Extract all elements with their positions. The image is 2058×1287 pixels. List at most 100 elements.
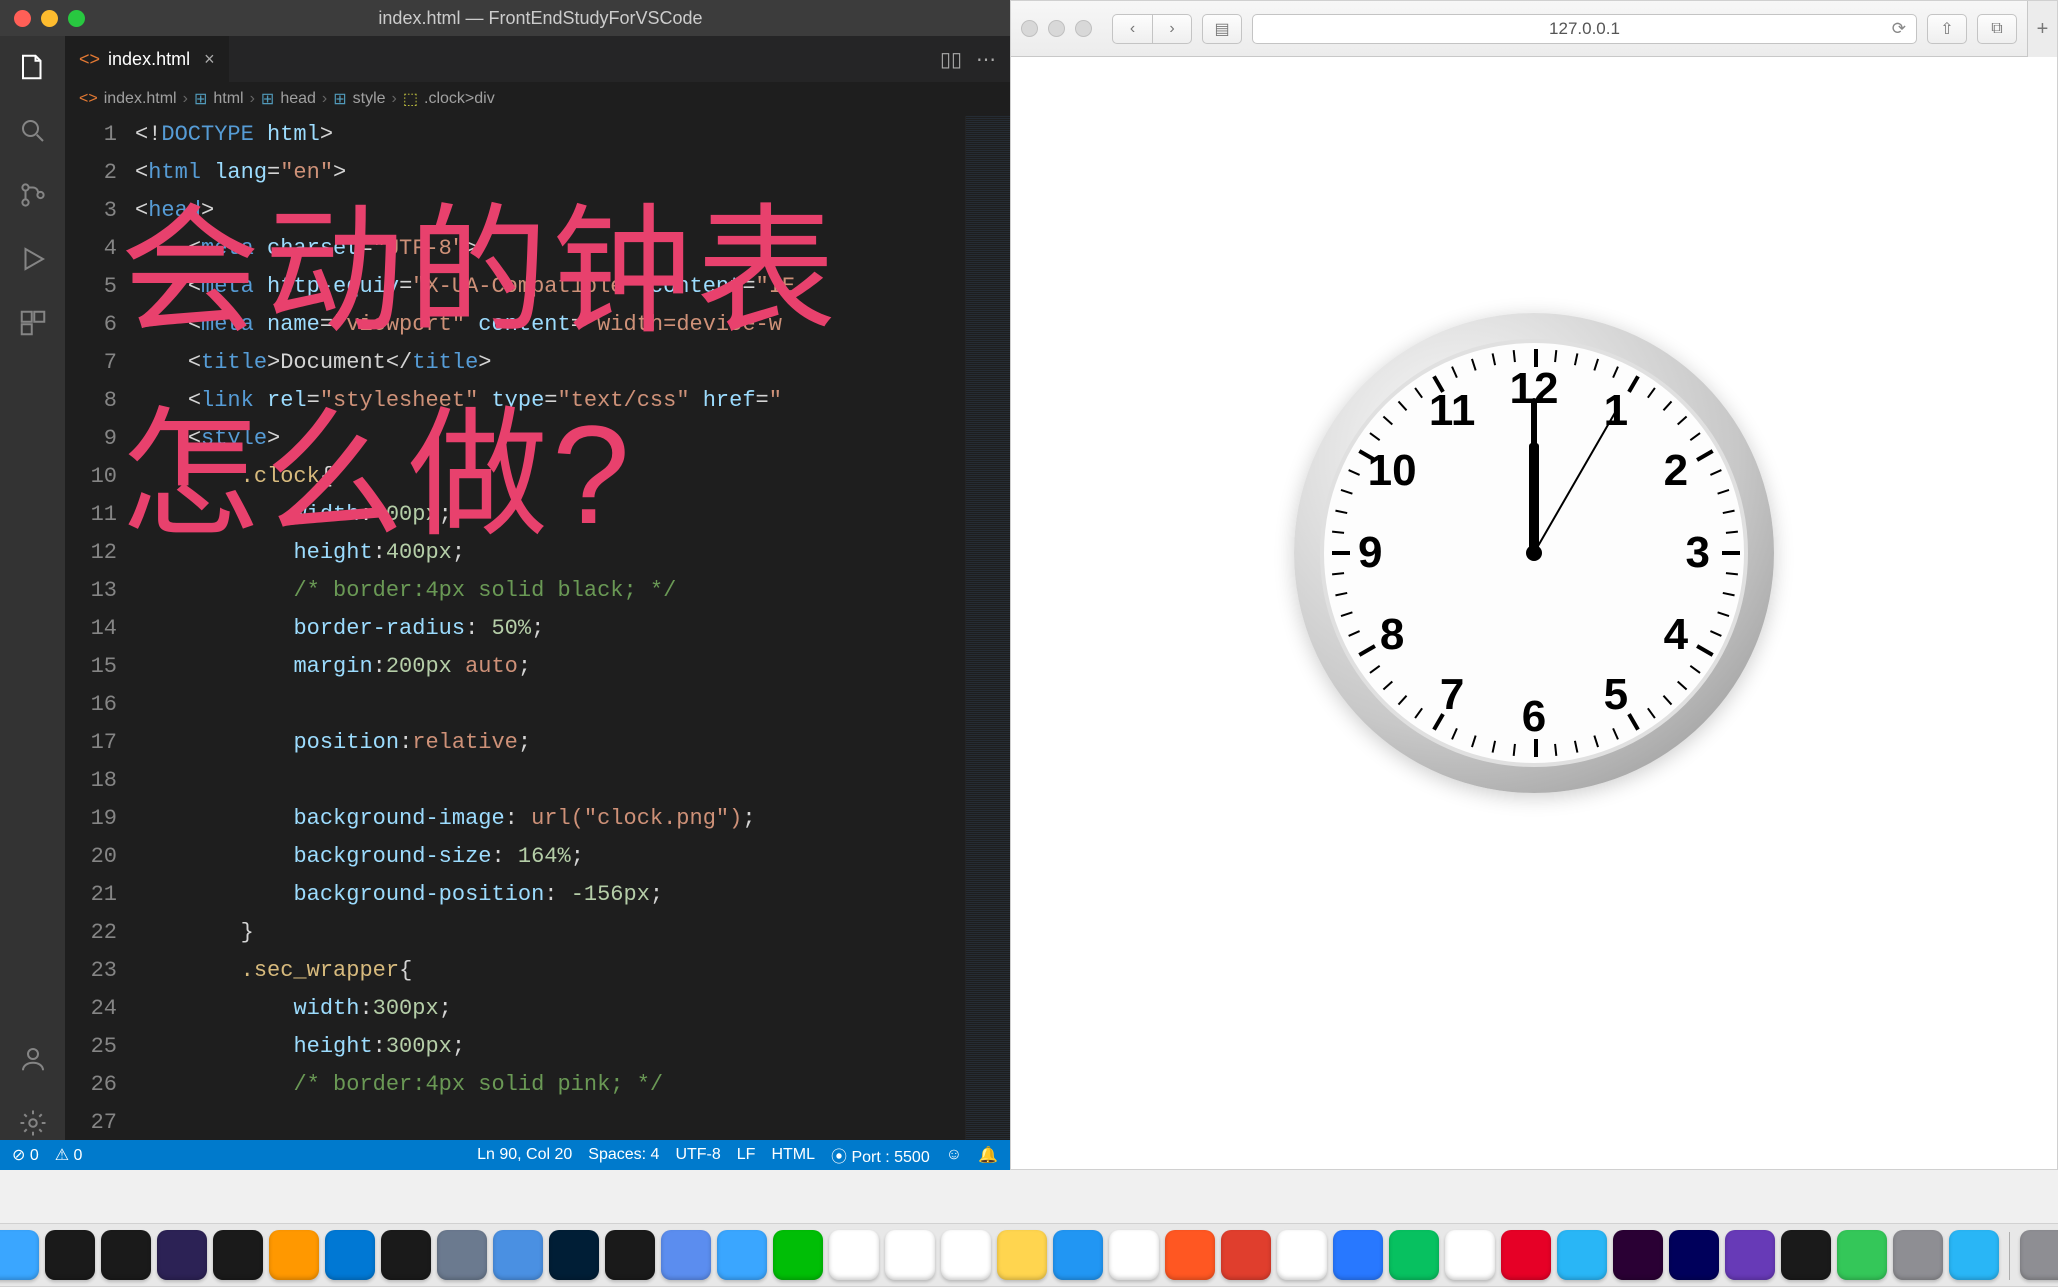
minimize-icon[interactable] xyxy=(1048,20,1065,37)
minimize-icon[interactable] xyxy=(41,10,58,27)
dock-app-sync[interactable] xyxy=(1557,1230,1607,1280)
new-tab-button[interactable]: + xyxy=(2027,1,2057,57)
dock-app-compass[interactable] xyxy=(661,1230,711,1280)
tick xyxy=(1690,432,1701,441)
clock-center xyxy=(1526,545,1542,561)
dock-app-calendar[interactable] xyxy=(941,1230,991,1280)
dock-app-cloud[interactable] xyxy=(1277,1230,1327,1280)
dock-app-stickies[interactable] xyxy=(885,1230,935,1280)
dock-app-pycharm2[interactable] xyxy=(605,1230,655,1280)
dock-app-leaf[interactable] xyxy=(1109,1230,1159,1280)
maximize-icon[interactable] xyxy=(68,10,85,27)
encoding[interactable]: UTF-8 xyxy=(675,1146,720,1164)
dock-app-edraw[interactable] xyxy=(1053,1230,1103,1280)
debug-icon[interactable] xyxy=(16,242,50,276)
dock-app-intellij[interactable] xyxy=(45,1230,95,1280)
warnings-count[interactable]: ⚠ 0 xyxy=(55,1145,83,1165)
code-content[interactable]: <!DOCTYPE html><html lang="en"><head> <m… xyxy=(135,116,965,1140)
dock-app-share[interactable] xyxy=(1781,1230,1831,1280)
dock-app-premiere[interactable] xyxy=(1613,1230,1663,1280)
forward-button[interactable]: › xyxy=(1152,14,1192,44)
dock-app-terminal[interactable] xyxy=(213,1230,263,1280)
tick xyxy=(1451,728,1458,740)
dock-app-baidu[interactable] xyxy=(1333,1230,1383,1280)
tick xyxy=(1593,359,1599,371)
dock-app-sublime[interactable] xyxy=(269,1230,319,1280)
dock-app-bird[interactable] xyxy=(1949,1230,1999,1280)
more-actions-icon[interactable]: ⋯ xyxy=(976,47,996,72)
tick xyxy=(1414,708,1423,719)
tick xyxy=(1414,387,1423,398)
dock-app-vscode[interactable] xyxy=(325,1230,375,1280)
dock-app-messages[interactable] xyxy=(1837,1230,1887,1280)
search-icon[interactable] xyxy=(16,114,50,148)
explorer-icon[interactable] xyxy=(16,50,50,84)
dock-app-purple[interactable] xyxy=(1725,1230,1775,1280)
maximize-icon[interactable] xyxy=(1075,20,1092,37)
dock-app-settings[interactable] xyxy=(1893,1230,1943,1280)
scm-icon[interactable] xyxy=(16,178,50,212)
dock-app-netease[interactable] xyxy=(1501,1230,1551,1280)
notifications-icon[interactable]: 🔔 xyxy=(978,1145,998,1165)
tick xyxy=(1627,713,1639,731)
address-bar[interactable]: 127.0.0.1 ⟳ xyxy=(1252,14,1917,44)
live-server-port[interactable]: ⦿ Port : 5500 xyxy=(831,1143,930,1167)
dock-app-safari[interactable] xyxy=(717,1230,767,1280)
tick xyxy=(1696,449,1714,461)
dock-app-pycharm[interactable] xyxy=(101,1230,151,1280)
indent-setting[interactable]: Spaces: 4 xyxy=(588,1146,659,1164)
clock-number-10: 10 xyxy=(1368,446,1417,496)
minute-hand xyxy=(1531,398,1537,553)
browser-viewport: 121234567891011 xyxy=(1011,57,2057,1169)
account-icon[interactable] xyxy=(16,1042,50,1076)
tick xyxy=(1451,366,1458,378)
safari-window: ‹ › ▤ 127.0.0.1 ⟳ ⇧ ⧉ + 1212345 xyxy=(1010,0,2058,1170)
dock-app-wps[interactable] xyxy=(1221,1230,1271,1280)
file-icon: <> xyxy=(79,49,100,70)
dock-app-yellow-note[interactable] xyxy=(997,1230,1047,1280)
dock-app-wechat[interactable] xyxy=(1389,1230,1439,1280)
split-editor-icon[interactable]: ▯▯ xyxy=(940,47,962,72)
dock-app-app-blue[interactable] xyxy=(493,1230,543,1280)
settings-icon[interactable] xyxy=(16,1106,50,1140)
errors-count[interactable]: ⊘ 0 xyxy=(12,1145,39,1165)
sidebar-button[interactable]: ▤ xyxy=(1202,14,1242,44)
minimap[interactable] xyxy=(965,116,1010,1140)
close-icon[interactable] xyxy=(1021,20,1038,37)
dock-app-photoshop[interactable] xyxy=(549,1230,599,1280)
close-icon[interactable] xyxy=(14,10,31,27)
breadcrumbs[interactable]: <> index.html› ⊞ html› ⊞ head› ⊞ style› … xyxy=(65,82,1010,116)
tick xyxy=(1383,681,1393,691)
code-editor[interactable]: 1234567891011121314151617181920212223242… xyxy=(65,116,1010,1140)
vscode-titlebar: index.html — FrontEndStudyForVSCode xyxy=(0,0,1010,36)
dock-app-xmind[interactable] xyxy=(1165,1230,1215,1280)
feedback-icon[interactable]: ☺ xyxy=(946,1146,962,1164)
dock-app-qq[interactable] xyxy=(1445,1230,1495,1280)
crumb[interactable]: .clock>div xyxy=(424,90,495,108)
share-button[interactable]: ⇧ xyxy=(1927,14,1967,44)
language-mode[interactable]: HTML xyxy=(771,1146,815,1164)
dock-app-webstorm[interactable] xyxy=(381,1230,431,1280)
crumb[interactable]: html xyxy=(213,90,243,108)
dock-app-eclipse[interactable] xyxy=(157,1230,207,1280)
dock-downloads[interactable] xyxy=(2020,1230,2058,1280)
tab-index-html[interactable]: <> index.html × xyxy=(65,36,229,82)
dock-app-iqiyi[interactable] xyxy=(773,1230,823,1280)
tick xyxy=(1492,741,1496,753)
dock xyxy=(0,1223,2058,1287)
tab-close-icon[interactable]: × xyxy=(204,49,215,70)
refresh-icon[interactable]: ⟳ xyxy=(1892,19,1906,39)
cursor-position[interactable]: Ln 90, Col 20 xyxy=(477,1146,572,1164)
dock-app-reminders[interactable] xyxy=(829,1230,879,1280)
tabs-button[interactable]: ⧉ xyxy=(1977,14,2017,44)
clock-number-6: 6 xyxy=(1522,692,1546,742)
back-button[interactable]: ‹ xyxy=(1112,14,1152,44)
crumb[interactable]: index.html xyxy=(104,90,177,108)
eol[interactable]: LF xyxy=(737,1146,756,1164)
crumb[interactable]: style xyxy=(353,90,386,108)
extensions-icon[interactable] xyxy=(16,306,50,340)
dock-app-aftereffects[interactable] xyxy=(1669,1230,1719,1280)
crumb[interactable]: head xyxy=(280,90,316,108)
dock-app-utility[interactable] xyxy=(437,1230,487,1280)
dock-app-finder[interactable] xyxy=(0,1230,39,1280)
